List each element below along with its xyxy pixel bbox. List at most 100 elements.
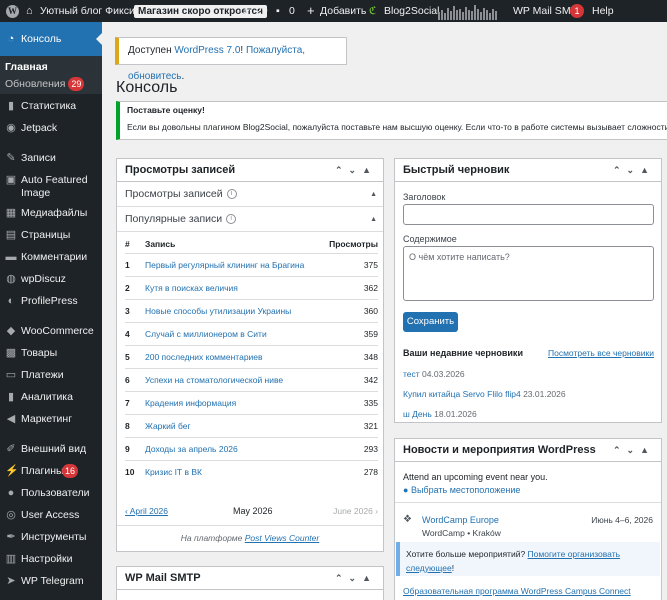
sidebar-item-label: Комментарии: [21, 251, 88, 263]
stats-sparkline[interactable]: [438, 0, 498, 22]
sidebar-item-label: Пользователи: [21, 487, 90, 499]
sidebar-item-label: Медиафайлы: [21, 207, 88, 219]
profile-icon: ◐: [7, 295, 15, 307]
updates-icon[interactable]: ⟳: [240, 0, 250, 22]
more-events-notice: Хотите больше мероприятий? Помогите орга…: [396, 542, 660, 576]
page-icon: ▤: [5, 229, 17, 241]
comment-icon[interactable]: ▪: [276, 0, 280, 22]
admin-bar: W ⌂ Уютный блог Фиксина Магазин скоро от…: [0, 0, 667, 22]
sidebar-item-label: Товары: [21, 347, 58, 359]
view-all-drafts-link[interactable]: Посмотреть все черновики: [548, 348, 654, 358]
post-link[interactable]: Первый регулярный клининг на Брагина: [145, 252, 324, 276]
widget-title: WP Mail SMTP: [125, 572, 201, 584]
post-link[interactable]: Случай с миллионером в Сити: [145, 321, 324, 345]
draft-link[interactable]: ш День: [403, 409, 432, 419]
view-count: 375: [323, 252, 378, 276]
admin-sidebar: ◔ Консоль Главная Обновления 29 ▮ Статист…: [0, 22, 102, 600]
post-link[interactable]: Успехи на стоматологической ниве: [145, 367, 324, 391]
recent-drafts-heading: Ваши недавние черновики: [403, 348, 523, 358]
event-place: WordCamp • Kraków: [422, 528, 501, 538]
post-views-counter-link[interactable]: Post Views Counter: [245, 533, 320, 543]
col-views: Просмотры: [329, 238, 378, 249]
add-new-link[interactable]: Добавить: [320, 0, 366, 22]
draft-title-input[interactable]: [403, 204, 654, 225]
post-link[interactable]: Крадения информация: [145, 390, 324, 414]
sidebar-item-label: User Access: [21, 509, 80, 521]
help-link[interactable]: Help: [592, 0, 614, 22]
widget-controls[interactable]: ⌃⌄▲: [335, 159, 377, 182]
wordpress-version-link[interactable]: WordPress 7.0: [174, 45, 240, 56]
views-subsection[interactable]: Просмотры записей i ▲: [117, 182, 383, 207]
telegram-icon: ➤: [6, 575, 16, 587]
view-count: 278: [323, 459, 378, 483]
draft-link[interactable]: тест: [403, 369, 420, 379]
plus-icon[interactable]: +: [307, 0, 315, 22]
post-link[interactable]: Жаркий бег: [145, 413, 324, 437]
updates-count[interactable]: 29: [256, 0, 268, 22]
view-count: 293: [323, 436, 378, 460]
draft-date: 04.03.2026: [422, 369, 465, 379]
submenu-home[interactable]: Главная: [5, 61, 48, 73]
view-count: 335: [323, 390, 378, 414]
pin-icon: ✎: [6, 152, 16, 164]
smtp-notification-badge[interactable]: 1: [570, 0, 584, 22]
submenu-updates[interactable]: Обновления 29: [5, 77, 85, 91]
comments-count[interactable]: 0: [289, 0, 295, 22]
blog2social-icon[interactable]: ℭ: [369, 0, 376, 22]
sidebar-item-label: Статистика: [21, 100, 77, 112]
attend-text: Attend an upcoming event near you.: [403, 472, 548, 482]
post-link[interactable]: Новые способы утилизации Украины: [145, 298, 324, 322]
title-label: Заголовок: [403, 192, 446, 202]
current-page-arrow-icon: [96, 33, 102, 45]
recent-drafts-list: тест 04.03.2026 Купил китайца Servo Flilo…: [403, 364, 655, 424]
prev-month-link[interactable]: ‹ April 2026: [125, 506, 168, 516]
post-link[interactable]: Кризис IT в ВК: [145, 459, 324, 483]
view-count: 348: [323, 344, 378, 368]
post-link[interactable]: Кутя в поисках величия: [145, 275, 324, 299]
row-number: 7: [125, 390, 145, 414]
widget-controls[interactable]: ⌃⌄▲: [613, 439, 655, 462]
col-num: #: [125, 238, 130, 249]
rate-notice-text: Если вы довольны плагином Blog2Social, п…: [127, 122, 667, 132]
table-row: 2 Кутя в поисках величия 362: [125, 275, 378, 299]
payments-icon: ▭: [5, 369, 17, 381]
table-row: 5 200 последних комментариев 348: [125, 344, 378, 368]
list-item: тест 04.03.2026: [403, 364, 655, 384]
rate-notice: Поставьте оценку! Если вы довольны плаги…: [116, 101, 667, 140]
discuz-icon: ◍: [6, 273, 16, 285]
page-title: Консоль: [116, 79, 178, 96]
row-number: 4: [125, 321, 145, 345]
blog2social-link[interactable]: Blog2Social: [384, 0, 439, 22]
draft-date: 18.01.2026: [434, 409, 477, 419]
popular-subsection[interactable]: Популярные записи i ▲: [117, 207, 383, 232]
widget-controls[interactable]: ⌃⌄▲: [335, 567, 377, 590]
content-label: Содержимое: [403, 234, 457, 244]
draft-link[interactable]: Купил китайца Servo Flilo flip4: [403, 389, 521, 399]
sidebar-item-label: Auto Featured Image: [21, 174, 88, 199]
campus-connect-link[interactable]: Образовательная программа WordPress Camp…: [403, 586, 631, 596]
collapse-icon: ▲: [370, 191, 377, 198]
products-icon: ▩: [5, 347, 17, 359]
location-pin-icon: ●: [403, 485, 409, 495]
sidebar-item-label: wpDiscuz: [21, 273, 66, 285]
views-footer: На платформе Post Views Counter: [117, 525, 383, 543]
info-icon: i: [226, 214, 237, 225]
wrench-icon: ✒: [6, 531, 16, 543]
event-title-link[interactable]: WordCamp Europe: [422, 515, 499, 525]
location-link[interactable]: ● Выбрать местоположение: [403, 485, 520, 495]
save-draft-button[interactable]: Сохранить: [403, 312, 458, 332]
wordpress-logo-icon[interactable]: W: [6, 0, 19, 22]
plugin-icon: ⚡: [5, 465, 19, 477]
bar-chart-icon: ▮: [7, 100, 15, 112]
sidebar-item-label: Настройки: [21, 553, 73, 565]
widget-title: Новости и мероприятия WordPress: [403, 444, 596, 456]
quick-draft-widget: Быстрый черновик ⌃⌄▲ Заголовок Содержимо…: [394, 158, 662, 423]
widget-controls[interactable]: ⌃⌄▲: [613, 159, 655, 182]
post-link[interactable]: Доходы за апрель 2026: [145, 436, 324, 460]
list-item: ш День 18.01.2026: [403, 404, 655, 424]
menu-console[interactable]: ◔ Консоль: [0, 22, 102, 56]
image-icon: ▣: [5, 174, 17, 186]
site-name-link[interactable]: Уютный блог Фиксина: [40, 0, 146, 22]
draft-content-textarea[interactable]: О чём хотите написать?: [403, 246, 654, 301]
post-link[interactable]: 200 последних комментариев: [145, 344, 324, 368]
